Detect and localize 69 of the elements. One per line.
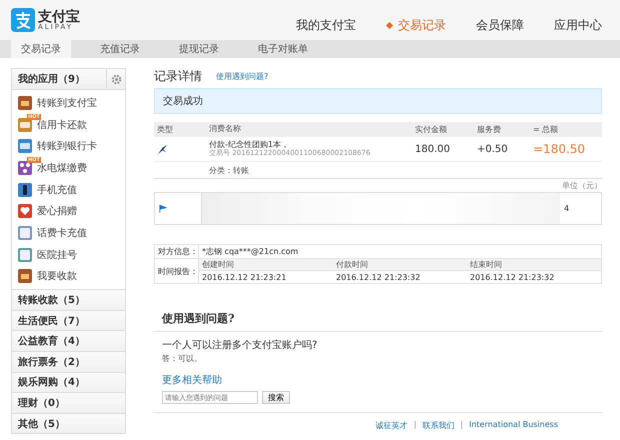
diamond-icon (386, 22, 393, 28)
time-value: 2016.12.12 21:23:21 (201, 272, 288, 283)
category-item[interactable]: 旅行票务（2） (12, 352, 125, 373)
time-header: 付款时间 (333, 259, 467, 271)
status-banner: 交易成功 (154, 88, 602, 114)
time-value: 2016.12.12 21:23:32 (335, 272, 422, 283)
category-item[interactable]: 生活便民（7） (12, 310, 125, 332)
time-header: 结束时间 (467, 259, 601, 271)
more-help-link[interactable]: 更多相关帮助 (162, 373, 602, 387)
unit-label: 单位（元） (562, 180, 602, 191)
separator: | (414, 420, 416, 431)
logo-name: 支付宝 (38, 10, 80, 24)
faq-question: 一个人可以注册多个支付宝账户吗? (162, 338, 318, 352)
subnav-tab[interactable]: 交易记录 (11, 40, 71, 58)
faq-answer: 答：可以。 (162, 353, 203, 364)
faq-title: 使用遇到问题? (154, 308, 602, 332)
footer-link[interactable]: 诚征英才 (376, 420, 408, 431)
paid-amount: 180.00 (415, 144, 451, 154)
column-header: 消费名称 (209, 125, 242, 134)
app-icon (18, 248, 32, 262)
nav-tab[interactable]: 应用中心 (554, 16, 602, 34)
footer-link[interactable]: International Business (469, 420, 558, 431)
app-item[interactable]: 爱心捐赠 (12, 200, 125, 222)
counterpart-value: *志钢 cqa***@21cn.com (201, 246, 298, 258)
time-value: 2016.12.12 21:23:32 (469, 272, 556, 283)
category-item[interactable]: 娱乐网购（4） (12, 372, 125, 394)
app-icon (18, 269, 32, 284)
column-header: = 总额 (533, 124, 560, 135)
search-button[interactable]: 搜索 (262, 391, 290, 404)
app-item[interactable]: 医院挂号 (12, 244, 125, 266)
settings-icon[interactable] (110, 74, 122, 84)
app-icon (18, 118, 32, 132)
total-amount: =180.50 (533, 142, 586, 156)
subnav-tab[interactable]: 电子对账单 (248, 40, 318, 58)
app-item[interactable]: 话费卡充值 (12, 222, 125, 244)
app-item[interactable]: 转账到银行卡 (12, 135, 125, 158)
category-text: 分类：转账 (209, 164, 249, 176)
app-icon (18, 204, 32, 218)
separator: | (460, 420, 464, 431)
category-item[interactable]: 公益教育（4） (12, 331, 125, 352)
time-header: 创建时间 (199, 259, 333, 271)
app-icon (18, 96, 32, 110)
category-item[interactable]: 理财（0） (12, 393, 125, 414)
service-fee: +0.50 (477, 144, 509, 154)
subnav-tab[interactable]: 充值记录 (90, 40, 150, 58)
column-header: 类型 (156, 124, 174, 135)
item-name: 付款-纪念性团购1本， (209, 140, 290, 149)
category-item[interactable]: 其他（5） (12, 414, 125, 434)
page-title: 记录详情 (154, 68, 202, 84)
app-icon (18, 139, 32, 154)
app-item[interactable]: 手机充值 (12, 178, 125, 200)
info-label: 对方信息： (155, 245, 199, 258)
flag-icon (159, 204, 167, 213)
column-header: 服务费 (477, 124, 502, 135)
sidebar-title: 我的应用（9） (16, 72, 86, 87)
app-icon (18, 160, 32, 175)
app-item[interactable]: 我要收款 (12, 266, 125, 288)
category-item[interactable]: 转账收款（5） (12, 290, 125, 311)
app-icon (18, 182, 32, 197)
help-link[interactable]: 使用遇到问题? (216, 70, 268, 82)
app-item[interactable]: 转账到支付宝 (12, 92, 125, 114)
swallow-icon (157, 144, 168, 154)
column-header: 实付金额 (415, 124, 448, 135)
nav-tab[interactable]: 会员保障 (476, 16, 524, 34)
subnav-tab[interactable]: 提现记录 (169, 40, 229, 58)
app-icon (18, 226, 32, 240)
logo-icon (11, 8, 35, 32)
footer-link[interactable]: 联系我们 (422, 420, 454, 431)
nav-tab[interactable]: 我的支付宝 (296, 16, 356, 34)
